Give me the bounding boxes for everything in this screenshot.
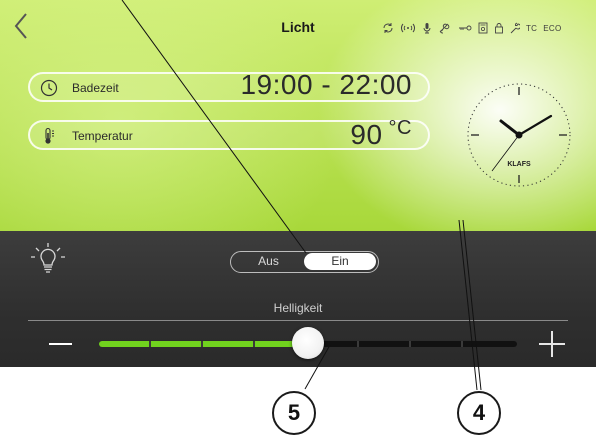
key-icon (459, 25, 472, 31)
thermometer-icon (45, 127, 54, 144)
lock-icon (495, 23, 503, 34)
temperature-unit: °C (388, 117, 412, 139)
brightness-slider-fill (99, 341, 308, 347)
bathing-time-label: Badezeit (72, 81, 119, 95)
clock-brand: KLAFS (507, 161, 531, 168)
toggle-on-option[interactable]: Ein (304, 253, 376, 270)
sync-icon (383, 23, 393, 33)
increase-brightness-button[interactable] (538, 330, 566, 358)
slider-tick (357, 341, 359, 347)
clock-icon (40, 79, 58, 97)
slider-tick (149, 341, 151, 347)
fan-icon (439, 23, 450, 34)
eco-status: ECO (543, 23, 562, 33)
slider-tick (253, 341, 255, 347)
bathing-time-value: 19:00 - 22:00 (240, 69, 412, 100)
bathing-time-pill[interactable]: Badezeit 19:00 - 22:00 (28, 69, 430, 102)
slider-tick (461, 341, 463, 347)
light-bulb-icon (31, 243, 65, 273)
decrease-brightness-button[interactable] (46, 336, 76, 352)
microphone-icon (423, 23, 431, 34)
wireless-icon (401, 23, 415, 33)
toggle-off-option[interactable]: Aus (231, 252, 306, 271)
separator-line (28, 320, 568, 321)
clock-minute-hand (517, 114, 553, 137)
callout-5: 5 (272, 391, 316, 435)
temperature-value-wrap: 90 °C (350, 117, 412, 151)
tc-status: TC (526, 23, 538, 33)
slider-tick (201, 341, 203, 347)
brightness-slider-knob[interactable] (292, 327, 324, 359)
slider-tick (409, 341, 411, 347)
temperature-label: Temperatur (72, 129, 133, 143)
status-icon-bar: TC ECO (382, 20, 562, 36)
temperature-value: 90 (350, 119, 383, 150)
callout-4: 4 (457, 391, 501, 435)
analog-clock: KLAFS (467, 83, 571, 187)
wrench-icon (510, 22, 520, 34)
temperature-pill[interactable]: Temperatur 90 °C (28, 117, 430, 151)
light-toggle[interactable]: Aus Ein (230, 251, 379, 273)
brightness-label: Helligkeit (273, 301, 323, 315)
device-icon (478, 22, 488, 34)
